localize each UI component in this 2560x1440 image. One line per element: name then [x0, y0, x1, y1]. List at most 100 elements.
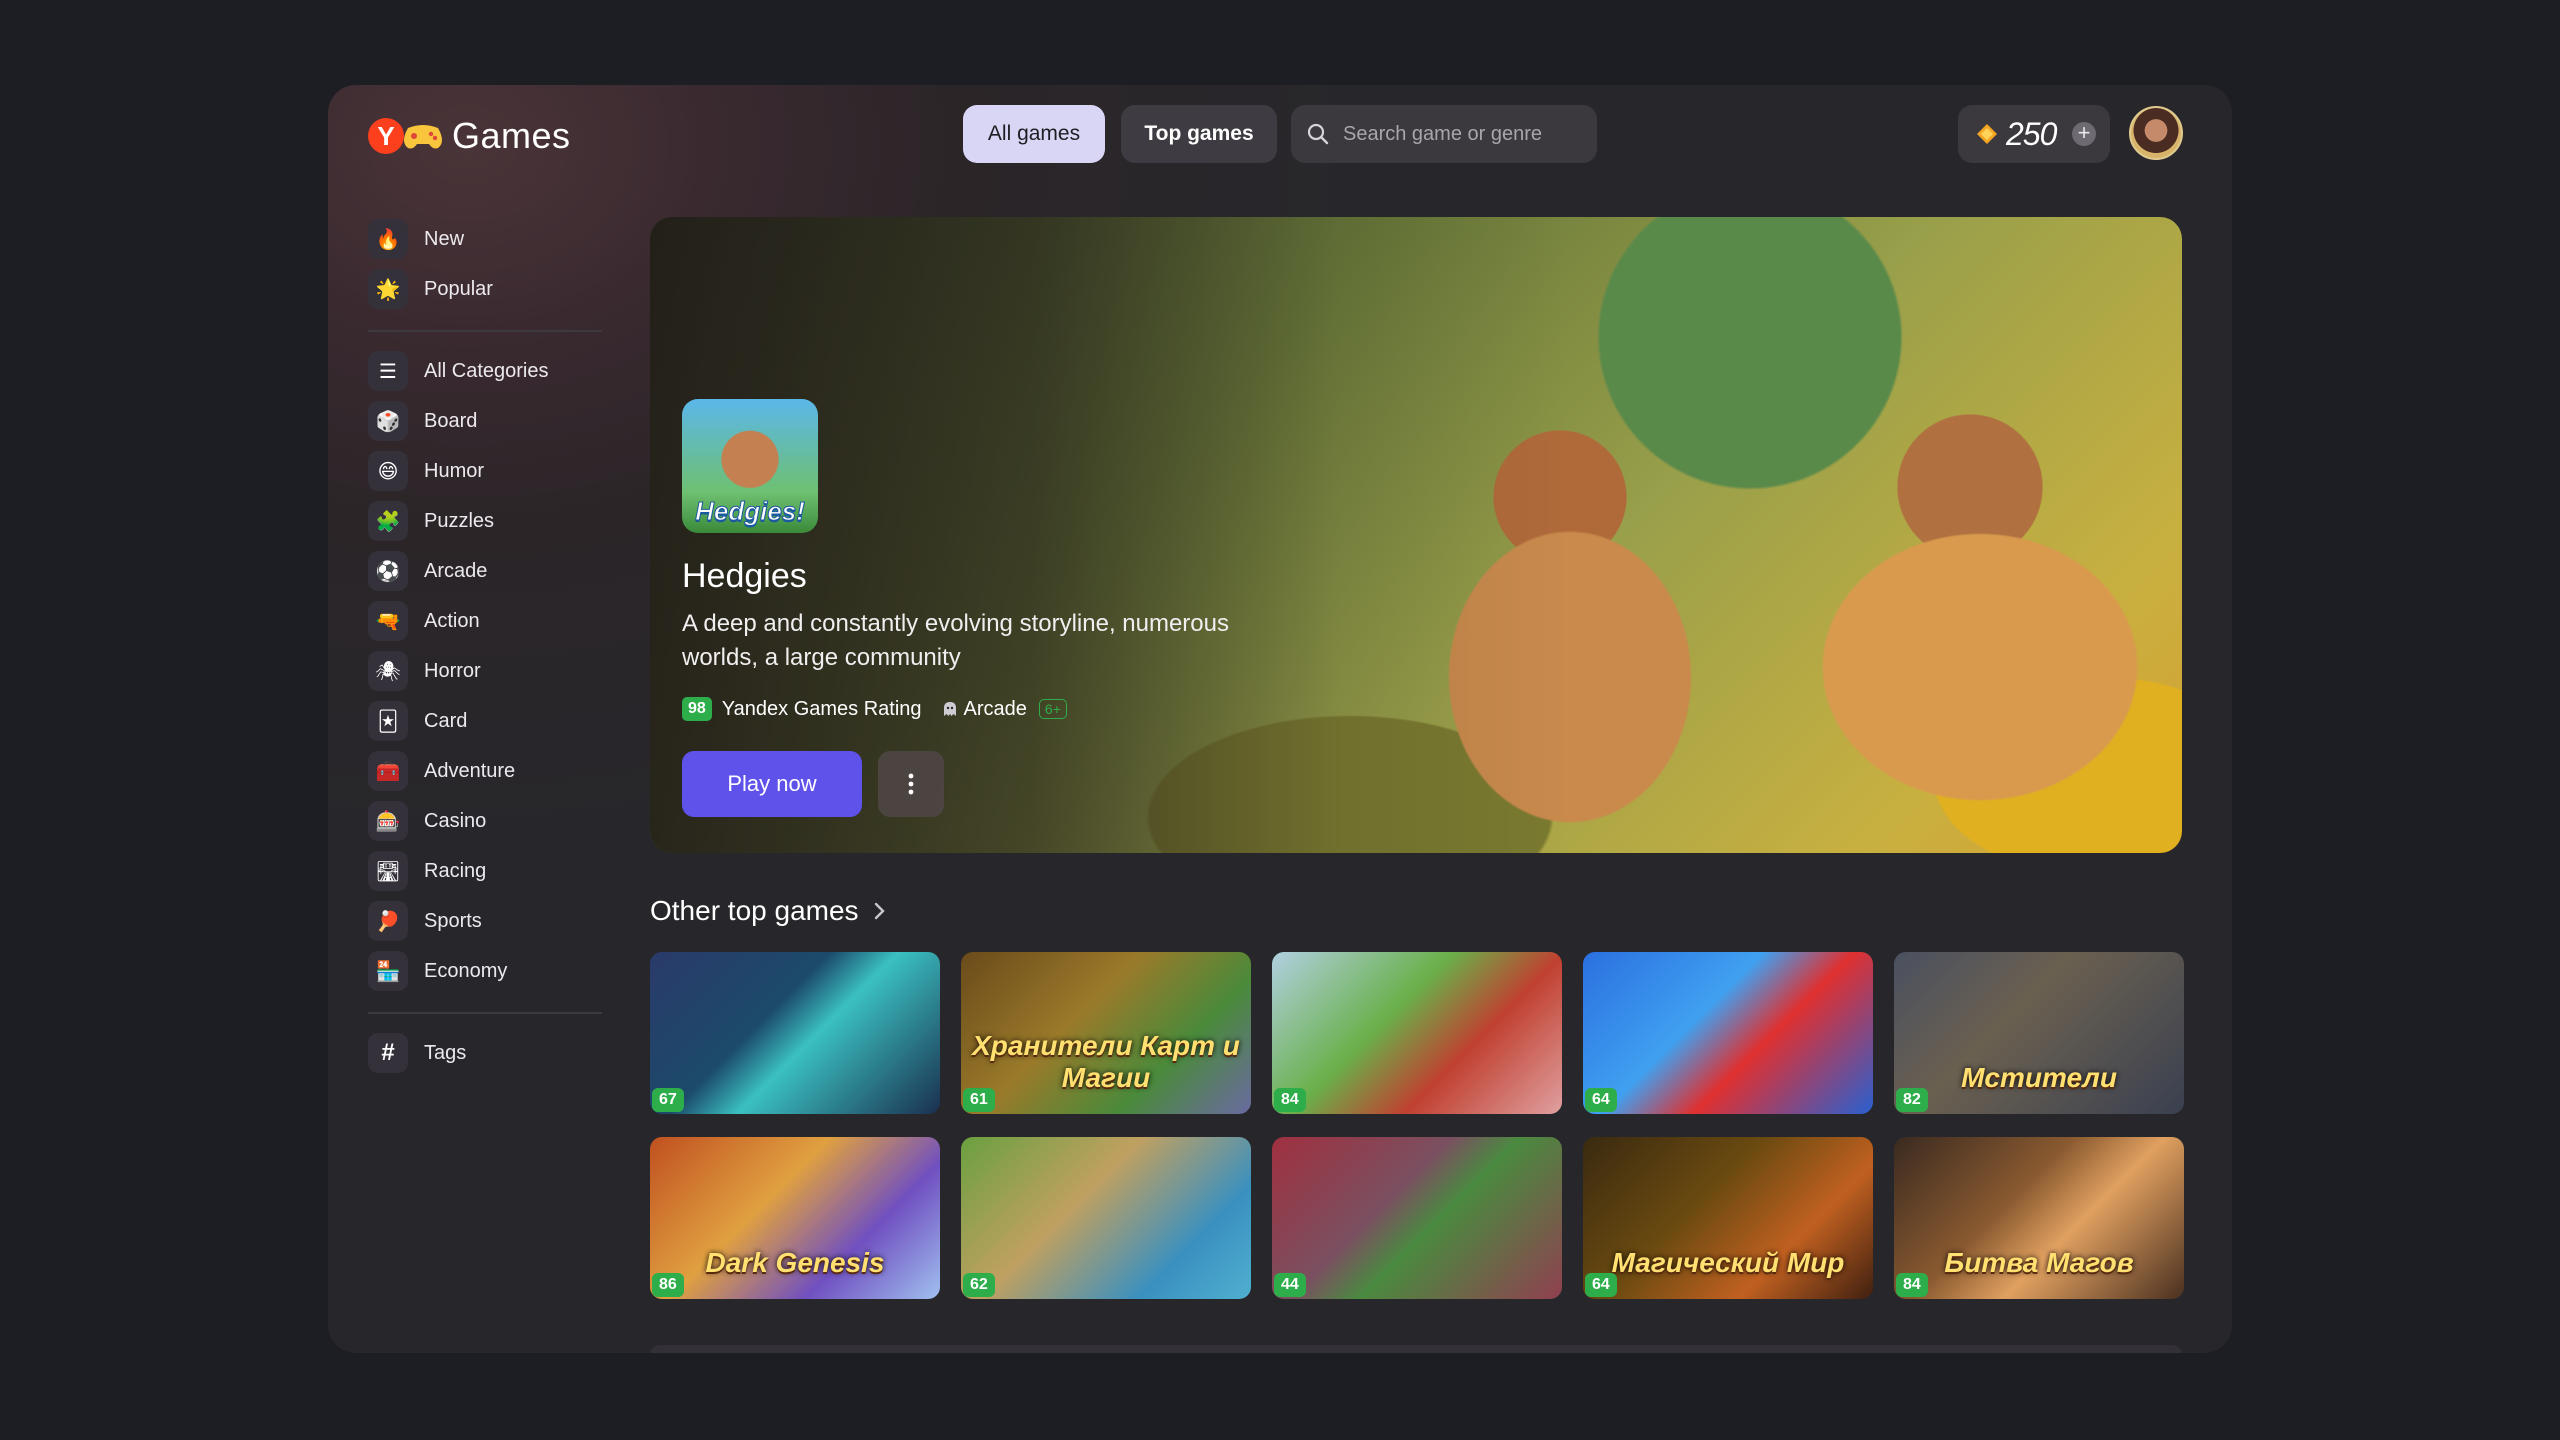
game-card[interactable]: 62	[961, 1137, 1251, 1299]
game-card[interactable]: Dark Genesis 86	[650, 1137, 940, 1299]
game-card-title: Мстители	[1961, 1062, 2117, 1093]
game-card-title: Магический Мир	[1611, 1247, 1845, 1278]
logo-text: Games	[452, 115, 571, 156]
hero-game-thumbnail[interactable]: Hedgies!	[682, 399, 818, 533]
game-card-title: Dark Genesis	[705, 1247, 885, 1278]
sidebar-item-all-categories[interactable]: ☰ All Categories	[368, 351, 549, 391]
sidebar-item-label: Arcade	[424, 559, 488, 582]
sidebar-item-casino[interactable]: 🎰 Casino	[368, 801, 486, 841]
sidebar-item-puzzles[interactable]: 🧩 Puzzles	[368, 501, 494, 541]
sidebar-divider	[368, 330, 602, 332]
sidebar-item-humor[interactable]: 😄 Humor	[368, 451, 484, 491]
sidebar-item-label: Card	[424, 709, 468, 732]
slot-icon: 🎰	[368, 801, 408, 841]
sidebar-divider	[368, 1012, 602, 1014]
rating-badge: 98	[682, 697, 712, 721]
age-rating-badge: 6+	[1038, 699, 1067, 719]
fire-icon: 🔥	[368, 219, 408, 259]
tab-all-games[interactable]: All games	[963, 105, 1105, 163]
store-icon: 🏪	[368, 951, 408, 991]
smile-icon: 😄	[368, 451, 408, 491]
search-input[interactable]	[1341, 121, 1575, 147]
sidebar-item-economy[interactable]: 🏪 Economy	[368, 951, 507, 991]
chevron-right-icon	[874, 902, 885, 920]
hero-banner[interactable]: Hedgies! Hedgies A deep and constantly e…	[650, 217, 2182, 853]
section-other-top-games[interactable]: Other top games	[650, 895, 887, 927]
sidebar-item-tags[interactable]: # Tags	[368, 1033, 466, 1073]
hero-meta: 98 Yandex Games Rating Arcade 6+	[682, 697, 1067, 721]
game-rating-badge: 86	[652, 1273, 684, 1297]
sidebar-item-label: New	[424, 227, 465, 250]
search-icon	[1307, 123, 1329, 145]
sidebar-item-board[interactable]: 🎲 Board	[368, 401, 477, 441]
game-rating-badge: 82	[1896, 1088, 1928, 1112]
game-rating-badge: 67	[652, 1088, 684, 1112]
game-card[interactable]: Мстители 82	[1894, 952, 2184, 1114]
list-icon: ☰	[368, 351, 408, 391]
game-rating-badge: 62	[963, 1273, 995, 1297]
sidebar-item-label: Sports	[424, 909, 482, 932]
hero-description: A deep and constantly evolving storyline…	[682, 610, 1229, 671]
avatar[interactable]	[2129, 106, 2183, 160]
hero-thumbnail-title: Hedgies!	[695, 496, 806, 527]
sidebar-item-label: Adventure	[424, 759, 516, 782]
add-coins-button[interactable]: +	[2072, 122, 2096, 146]
sidebar-item-label: Humor	[424, 459, 485, 482]
section-title: Other top games	[650, 895, 859, 926]
game-card[interactable]: 44	[1272, 1137, 1562, 1299]
sidebar-item-label: Action	[424, 609, 480, 632]
more-options-button[interactable]	[878, 751, 944, 817]
sidebar-item-horror[interactable]: 🕷 Horror	[368, 651, 481, 691]
game-card[interactable]: Магический Мир 64	[1583, 1137, 1873, 1299]
spider-icon: 🕷	[368, 651, 408, 691]
sun-icon: 🌟	[368, 269, 408, 309]
sidebar-item-label: Horror	[424, 659, 481, 682]
yandex-games-logo[interactable]: Y Games	[368, 115, 571, 157]
puzzle-icon: 🧩	[368, 501, 408, 541]
sidebar-item-arcade[interactable]: ⚽ Arcade	[368, 551, 487, 591]
sidebar-item-new[interactable]: 🔥 New	[368, 219, 464, 259]
game-card[interactable]: 64	[1583, 952, 1873, 1114]
sidebar-item-racing[interactable]: 🛣 Racing	[368, 851, 486, 891]
sidebar-item-label: Puzzles	[424, 509, 495, 532]
game-rating-badge: 44	[1274, 1273, 1306, 1297]
sidebar-item-card[interactable]: 🃏 Card	[368, 701, 467, 741]
sidebar-item-popular[interactable]: 🌟 Popular	[368, 269, 493, 309]
gamepad-icon	[404, 125, 442, 149]
gun-icon: 🔫	[368, 601, 408, 641]
ghost-icon	[943, 702, 956, 716]
tab-top-games[interactable]: Top games	[1121, 105, 1277, 163]
dice-icon: 🎲	[368, 401, 408, 441]
app-window: Y Games All games Top games 250 + 🔥 New …	[328, 85, 2232, 1353]
road-icon: 🛣	[368, 851, 408, 891]
chest-icon: 🧰	[368, 751, 408, 791]
sidebar-item-label: All Categories	[424, 359, 549, 382]
coin-balance[interactable]: 250 +	[1958, 105, 2110, 163]
hash-icon: #	[368, 1033, 408, 1073]
game-card-title: Битва Магов	[1944, 1247, 2134, 1278]
sidebar-item-adventure[interactable]: 🧰 Adventure	[368, 751, 515, 791]
cards-icon: 🃏	[368, 701, 408, 741]
next-section-edge	[650, 1345, 2182, 1353]
sidebar-item-label: Board	[424, 409, 478, 432]
play-now-button[interactable]: Play now	[682, 751, 862, 817]
game-card[interactable]: 84	[1272, 952, 1562, 1114]
game-card[interactable]: 67	[650, 952, 940, 1114]
coin-icon	[1977, 124, 1997, 144]
sidebar-item-label: Tags	[424, 1041, 467, 1064]
game-card[interactable]: Битва Магов 84	[1894, 1137, 2184, 1299]
game-rating-badge: 84	[1896, 1273, 1928, 1297]
racket-icon: 🏓	[368, 901, 408, 941]
ball-icon: ⚽	[368, 551, 408, 591]
sidebar-item-label: Popular	[424, 277, 493, 300]
search-bar[interactable]	[1291, 105, 1597, 163]
more-vertical-icon	[908, 773, 914, 795]
game-rating-badge: 64	[1585, 1088, 1617, 1112]
sidebar-item-action[interactable]: 🔫 Action	[368, 601, 480, 641]
coin-count: 250	[2006, 115, 2057, 152]
genre-label[interactable]: Arcade	[964, 698, 1027, 721]
game-card[interactable]: Хранители Карт и Магии 61	[961, 952, 1251, 1114]
sidebar-item-label: Casino	[424, 809, 487, 832]
yandex-logo-icon: Y	[368, 118, 404, 154]
sidebar-item-sports[interactable]: 🏓 Sports	[368, 901, 482, 941]
